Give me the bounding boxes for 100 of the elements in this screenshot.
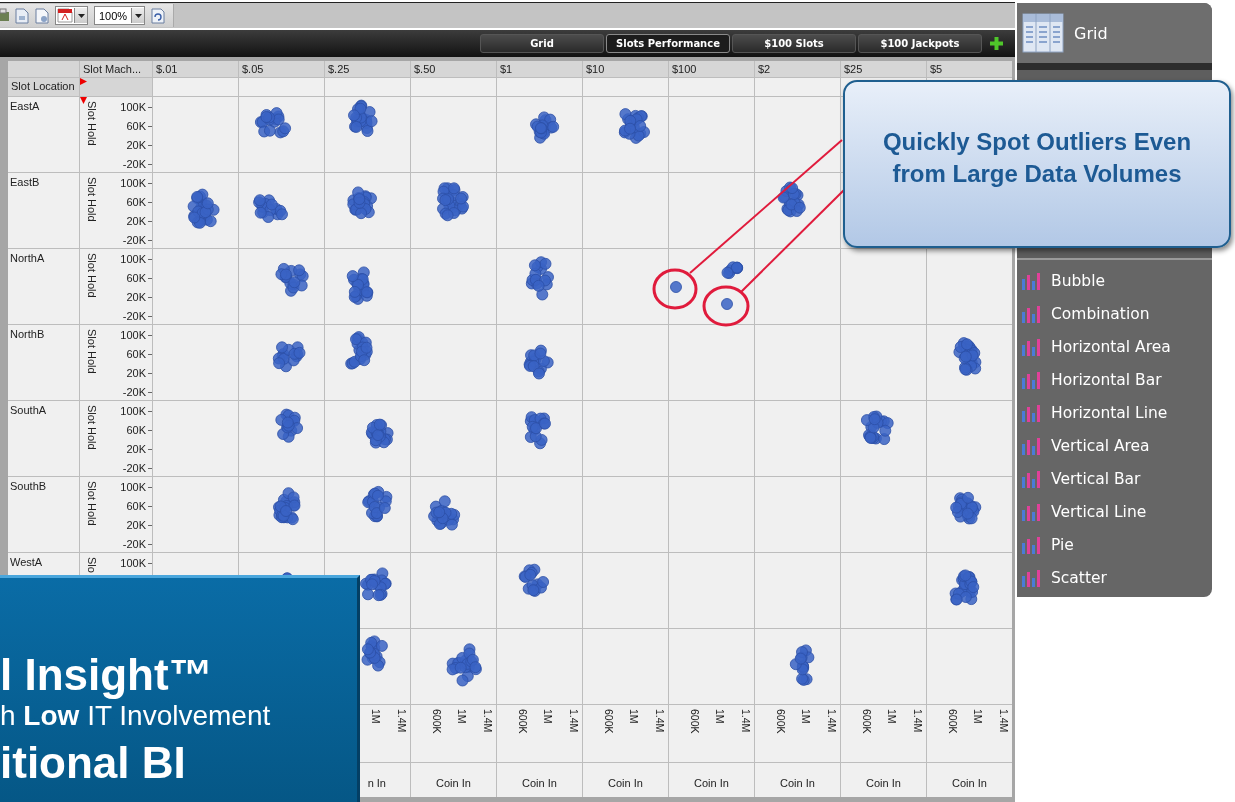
add-icon[interactable] — [990, 37, 1003, 50]
row-label: NorthB — [8, 325, 79, 400]
tick-label: -20K — [122, 310, 146, 322]
tick-label: 60K — [126, 272, 146, 284]
refresh-icon[interactable] — [151, 7, 166, 24]
dot-cluster-drawing — [428, 495, 461, 531]
bar-chart-icon — [1021, 534, 1043, 555]
chart-type-item[interactable]: Scatter — [1017, 561, 1212, 594]
tick-label: -20K — [122, 462, 146, 474]
column-header: $1 — [497, 61, 582, 77]
tick-label: 60K — [126, 500, 146, 512]
chart-type-item[interactable]: Vertical Area — [1017, 429, 1212, 462]
bar-chart-icon — [1021, 369, 1043, 390]
tick-label: -20K — [122, 538, 146, 550]
column-header: $.50 — [411, 61, 496, 77]
dot-cluster-drawing — [530, 111, 560, 144]
dot-cluster-drawing — [777, 181, 806, 218]
dot-cluster-drawing — [255, 107, 291, 139]
caret-icon — [134, 13, 142, 18]
dot-cluster-drawing — [618, 108, 650, 144]
tick-label: 60K — [126, 120, 146, 132]
promo-headline: itional BI — [0, 738, 187, 788]
tab[interactable]: $100 Jackpots — [858, 34, 982, 53]
axis-title: Coin In — [522, 777, 557, 789]
dot-cluster-drawing — [949, 569, 980, 606]
tick-label: 1M — [455, 709, 469, 726]
dot-cluster-drawing — [275, 263, 309, 297]
page-icon[interactable] — [35, 7, 49, 24]
dot-cluster-drawing — [365, 418, 394, 449]
tick-label: 20K — [126, 519, 146, 531]
chart-type-item[interactable]: Vertical Bar — [1017, 462, 1212, 495]
chart-type-item[interactable]: Horizontal Bar — [1017, 363, 1212, 396]
pdf-export-button[interactable] — [55, 6, 88, 25]
dot-cluster-drawing — [346, 266, 374, 305]
chart-type-item[interactable]: Horizontal Line — [1017, 396, 1212, 429]
row-label: NorthA — [8, 249, 79, 324]
dot-cluster-drawing — [275, 408, 303, 443]
chart-type-item[interactable]: Vertical Line — [1017, 495, 1212, 528]
tick-label: 1.4M — [481, 709, 494, 735]
row-label: EastA — [8, 97, 79, 172]
chart-type-item[interactable]: Horizontal Area — [1017, 330, 1212, 363]
dot-cluster-drawing — [272, 341, 306, 373]
grid-cell — [8, 61, 79, 77]
tick-label: 1.4M — [997, 709, 1010, 735]
dot-cluster-drawing — [347, 186, 377, 220]
tick-label: 100K — [120, 177, 146, 189]
dot-cluster-drawing — [789, 644, 815, 686]
axis-title: Coin In — [436, 777, 471, 789]
tick-label: 100K — [120, 101, 146, 113]
zoom-dropdown[interactable]: 100% — [94, 6, 146, 25]
grid-table-icon[interactable] — [1022, 13, 1064, 53]
column-header: $25 — [841, 61, 926, 77]
tick-label: 60K — [126, 196, 146, 208]
tick-label: 1M — [713, 709, 727, 726]
axis-title: Slo — [86, 557, 98, 573]
tab[interactable]: $100 Slots — [732, 34, 856, 53]
tab[interactable]: Slots Performance — [606, 34, 730, 53]
dot-cluster-drawing — [953, 337, 982, 376]
tick-label: 20K — [126, 139, 146, 151]
dot-cluster-drawing — [523, 344, 554, 380]
tick-label: 1.4M — [739, 709, 752, 735]
dot-cluster-drawing — [361, 635, 388, 672]
axis-title: Coin In — [866, 777, 901, 789]
tick-label: 1M — [369, 709, 383, 726]
axis-title: n In — [367, 777, 386, 789]
callout-note: Quickly Spot Outliers Even from Large Data Volumes — [843, 80, 1231, 248]
column-header: $2 — [755, 61, 840, 77]
pdf-icon — [56, 8, 74, 23]
tick-label: 600K — [945, 709, 959, 736]
panel-title: Grid — [1074, 23, 1108, 43]
highlight-ring — [702, 285, 750, 327]
bar-chart-icon — [1021, 501, 1043, 522]
dot-cluster-drawing — [345, 331, 373, 370]
dot-cluster-drawing — [273, 487, 301, 526]
tick-label: 1M — [627, 709, 641, 726]
tick-label: 1M — [541, 709, 555, 726]
tick-label: -20K — [122, 158, 146, 170]
column-header: $100 — [669, 61, 754, 77]
dot-cluster-drawing — [360, 567, 392, 602]
tab[interactable]: Grid — [480, 34, 604, 53]
chart-type-item[interactable]: Bubble — [1017, 264, 1212, 297]
dot-cluster-drawing — [362, 486, 393, 523]
axis-title: Slot Hold — [86, 253, 98, 298]
bar-chart-icon — [1021, 270, 1043, 291]
tick-label: 600K — [859, 709, 873, 736]
column-field-header[interactable]: Slot Mach... — [80, 61, 152, 77]
tick-label: 100K — [120, 481, 146, 493]
tick-label: 100K — [120, 557, 146, 569]
chart-type-item[interactable]: Pie — [1017, 528, 1212, 561]
axis-title: Slot Hold — [86, 481, 98, 526]
row-field-header[interactable]: Slot Location — [8, 78, 79, 96]
column-header: $.05 — [239, 61, 324, 77]
chart-type-item[interactable]: Combination — [1017, 297, 1212, 330]
tick-label: 600K — [601, 709, 615, 736]
tick-label: 100K — [120, 405, 146, 417]
dot-cluster-drawing — [950, 491, 982, 525]
column-header: $10 — [583, 61, 668, 77]
tick-label: 1M — [799, 709, 813, 726]
axis-title: Coin In — [608, 777, 643, 789]
column-header: $.25 — [325, 61, 410, 77]
